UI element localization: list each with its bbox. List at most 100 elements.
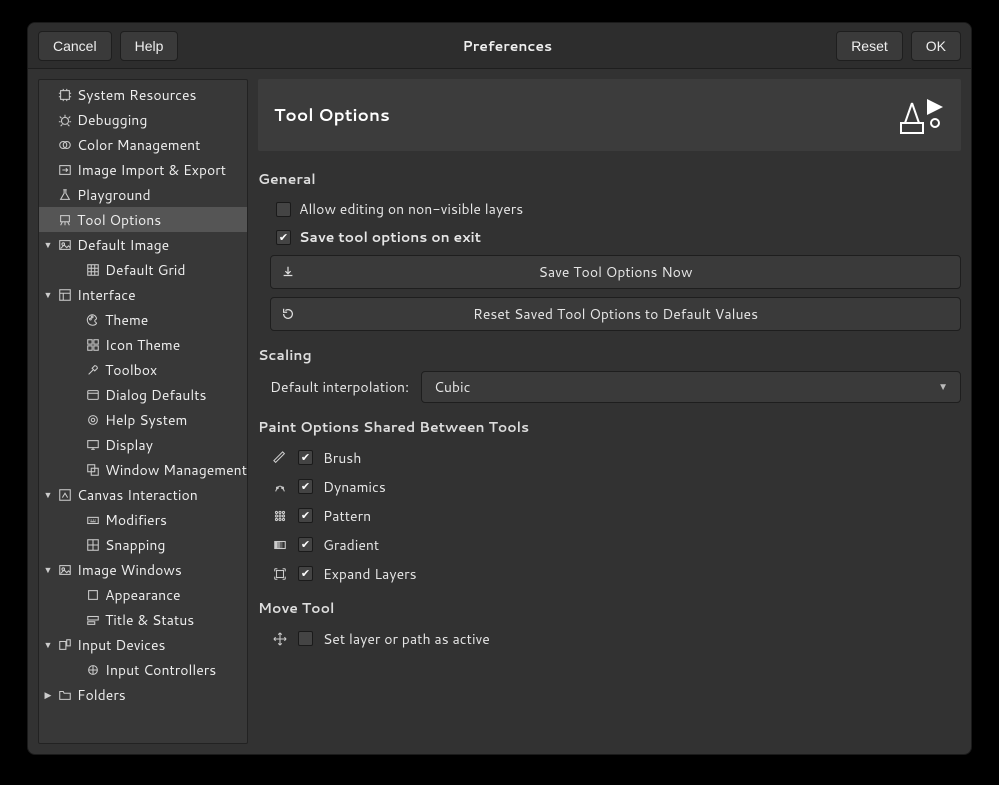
tree-item-display[interactable]: Display: [39, 432, 247, 457]
tree-item-title-status[interactable]: Title & Status: [39, 607, 247, 632]
tree-item-default-grid[interactable]: Default Grid: [39, 257, 247, 282]
paint-shared-brush-label: Brush: [323, 448, 361, 468]
allow-editing-row[interactable]: Allow editing on non-visible layers: [258, 195, 961, 223]
canvas-icon: [57, 487, 73, 503]
interp-select[interactable]: Cubic ▼: [421, 371, 961, 403]
tree-item-input-devices[interactable]: ▼ Input Devices: [39, 632, 247, 657]
chevron-down-icon[interactable]: ▼: [41, 238, 55, 252]
paint-shared-pattern-label: Pattern: [323, 506, 371, 526]
tree-item-label: Default Grid: [105, 260, 186, 280]
cancel-button[interactable]: Cancel: [38, 31, 112, 61]
tree-item-label: Image Import & Export: [77, 160, 226, 180]
pattern-icon: [272, 508, 288, 524]
tree-item-label: Appearance: [105, 585, 181, 605]
tree-item-color-management[interactable]: Color Management: [39, 132, 247, 157]
tree-item-icon-theme[interactable]: Icon Theme: [39, 332, 247, 357]
interp-label: Default interpolation:: [270, 377, 409, 397]
paint-shared-gradient-checkbox[interactable]: [298, 537, 313, 552]
tree-item-theme[interactable]: Theme: [39, 307, 247, 332]
tree-item-snapping[interactable]: Snapping: [39, 532, 247, 557]
preferences-window: Cancel Help Preferences Reset OK System …: [27, 22, 972, 755]
save-on-exit-checkbox[interactable]: [276, 230, 291, 245]
tree-item-canvas-interaction[interactable]: ▼Canvas Interaction: [39, 482, 247, 507]
chevron-down-icon[interactable]: ▼: [41, 638, 55, 652]
paint-shared-dynamics-checkbox[interactable]: [298, 479, 313, 494]
save-icon: [271, 265, 305, 279]
section-paint-shared-title: Paint Options Shared Between Tools: [258, 417, 961, 437]
help-button[interactable]: Help: [120, 31, 179, 61]
nav-tree[interactable]: System Resources Debugging Color Managemen…: [38, 79, 248, 744]
move-icon: [272, 631, 288, 647]
tree-item-label: Window Management: [105, 460, 247, 480]
tree-item-window-management[interactable]: Window Management: [39, 457, 247, 482]
paint-shared-gradient-row[interactable]: Gradient: [258, 530, 961, 559]
chevron-down-icon[interactable]: ▼: [41, 563, 55, 577]
window-title: Preferences: [186, 36, 828, 56]
tree-item-label: Tool Options: [77, 210, 161, 230]
paint-shared-brush-row[interactable]: Brush: [258, 443, 961, 472]
save-tool-options-now-button[interactable]: Save Tool Options Now: [270, 255, 961, 289]
set-active-label: Set layer or path as active: [323, 629, 490, 649]
brush-icon: [272, 450, 288, 466]
tree-item-interface[interactable]: ▼Interface: [39, 282, 247, 307]
tree-item-tool-options[interactable]: Tool Options: [39, 207, 247, 232]
set-active-checkbox[interactable]: [298, 631, 313, 646]
tree-item-system-resources[interactable]: System Resources: [39, 82, 247, 107]
paint-shared-brush-checkbox[interactable]: [298, 450, 313, 465]
tree-item-label: Snapping: [105, 535, 165, 555]
tree-item-toolbox[interactable]: Toolbox: [39, 357, 247, 382]
rings-icon: [57, 137, 73, 153]
chevron-right-icon[interactable]: ▶: [41, 688, 55, 702]
chevron-down-icon[interactable]: ▼: [41, 488, 55, 502]
section-move-tool-title: Move Tool: [258, 598, 961, 618]
tree-item-debugging[interactable]: Debugging: [39, 107, 247, 132]
tree-item-label: Folders: [77, 685, 126, 705]
tree-item-label: Icon Theme: [105, 335, 180, 355]
save-on-exit-row[interactable]: Save tool options on exit: [258, 223, 961, 251]
save-tool-options-now-label: Save Tool Options Now: [271, 262, 960, 282]
palette-icon: [85, 312, 101, 328]
paint-shared-expand-layers-row[interactable]: Expand Layers: [258, 559, 961, 588]
tree-item-dialog-defaults[interactable]: Dialog Defaults: [39, 382, 247, 407]
paint-shared-pattern-checkbox[interactable]: [298, 508, 313, 523]
snap-icon: [85, 537, 101, 553]
tree-item-image-windows[interactable]: ▼ Image Windows: [39, 557, 247, 582]
tree-item-label: Debugging: [77, 110, 147, 130]
inout-icon: [57, 162, 73, 178]
tree-item-label: Theme: [105, 310, 148, 330]
chevron-down-icon[interactable]: ▼: [41, 288, 55, 302]
tree-item-modifiers[interactable]: Modifiers: [39, 507, 247, 532]
tree-item-folders[interactable]: ▶ Folders: [39, 682, 247, 707]
tree-item-label: Playground: [77, 185, 151, 205]
flask-icon: [57, 187, 73, 203]
gradient-icon: [272, 537, 288, 553]
image-icon: [57, 237, 73, 253]
tree-item-label: Input Devices: [77, 635, 165, 655]
paint-shared-pattern-row[interactable]: Pattern: [258, 501, 961, 530]
paint-shared-dynamics-label: Dynamics: [323, 477, 386, 497]
content-area: System Resources Debugging Color Managemen…: [28, 69, 971, 754]
image-icon: [57, 562, 73, 578]
ok-button[interactable]: OK: [911, 31, 961, 61]
cpu-icon: [57, 87, 73, 103]
tree-item-playground[interactable]: Playground: [39, 182, 247, 207]
tree-item-default-image[interactable]: ▼Default Image: [39, 232, 247, 257]
tree-item-label: Image Windows: [77, 560, 182, 580]
tree-item-help-system[interactable]: Help System: [39, 407, 247, 432]
main-panel: Tool Options General Allow editing on no…: [258, 79, 961, 744]
paint-shared-dynamics-row[interactable]: Dynamics: [258, 472, 961, 501]
dynamics-icon: [272, 479, 288, 495]
tree-item-label: Color Management: [77, 135, 200, 155]
reset-button[interactable]: Reset: [836, 31, 903, 61]
tree-item-appearance[interactable]: Appearance: [39, 582, 247, 607]
save-on-exit-label: Save tool options on exit: [299, 227, 481, 247]
allow-editing-checkbox[interactable]: [276, 202, 291, 217]
paint-shared-expand-layers-label: Expand Layers: [323, 564, 417, 584]
tree-item-image-import-export[interactable]: Image Import & Export: [39, 157, 247, 182]
set-active-row[interactable]: Set layer or path as active: [258, 624, 961, 653]
interp-row: Default interpolation: Cubic ▼: [258, 371, 961, 403]
reset-tool-options-button[interactable]: Reset Saved Tool Options to Default Valu…: [270, 297, 961, 331]
tree-item-input-controllers[interactable]: Input Controllers: [39, 657, 247, 682]
folder-icon: [57, 687, 73, 703]
paint-shared-expand-layers-checkbox[interactable]: [298, 566, 313, 581]
